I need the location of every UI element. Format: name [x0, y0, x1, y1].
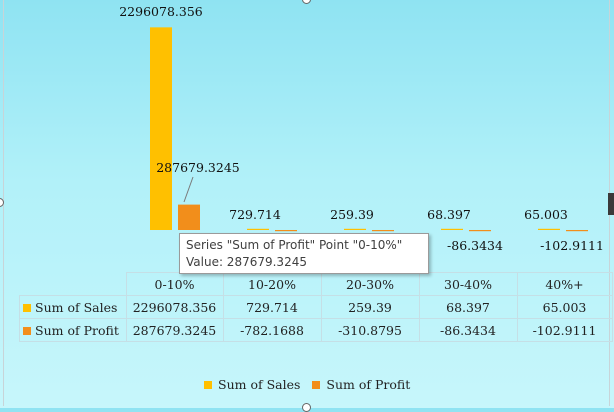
data-label-sales-4: 65.003	[524, 207, 568, 222]
sales-legend-key	[23, 303, 31, 312]
bar-profit-0[interactable]	[178, 204, 200, 230]
tooltip-series-line: Series "Sum of Profit" Point "0-10%"	[186, 238, 403, 252]
row-label: Sum of Sales	[35, 299, 118, 315]
data-label-profit-3: -86.3434	[447, 238, 503, 253]
data-table-cell: 2296078.356	[125, 295, 224, 319]
data-table: 0-10% 10-20% 20-30% 30-40% 40%+ Sum of S…	[19, 272, 613, 342]
data-table-cell: 729.714	[222, 295, 322, 319]
legend-item-profit[interactable]: Sum of Profit	[312, 377, 410, 392]
data-table-cell: 259.39	[320, 295, 420, 319]
bar-profit-1[interactable]	[275, 230, 297, 232]
data-table-row-sales: Sum of Sales 2296078.356 729.714 259.39 …	[19, 295, 613, 319]
bar-sales-0[interactable]	[150, 27, 172, 230]
tooltip-value-line: Value: 287679.3245	[186, 255, 307, 269]
data-table-cell: 68.397	[418, 295, 518, 319]
data-table-row-profit: Sum of Profit 287679.3245 -782.1688 -310…	[19, 318, 613, 342]
data-table-cell: -86.3434	[418, 318, 518, 342]
bar-sales-3[interactable]	[441, 228, 463, 230]
legend-label-profit: Sum of Profit	[326, 377, 411, 392]
data-table-header-cell: 20-30%	[320, 272, 420, 296]
data-table-cell: 65.003	[516, 295, 613, 319]
chart-legend[interactable]: Sum of Sales Sum of Profit	[204, 377, 422, 392]
data-table-header-cell: 40%+	[516, 272, 613, 296]
bar-profit-2[interactable]	[372, 230, 394, 232]
bar-sales-2[interactable]	[344, 228, 366, 230]
data-table-header-cell: 0-10%	[125, 272, 224, 296]
legend-swatch-sales	[204, 380, 212, 389]
chart-area[interactable]: 2296078.356 729.714 259.39 68.397 65.003 2876…	[0, 0, 614, 412]
data-table-header-cell: 30-40%	[418, 272, 518, 296]
profit-legend-key	[23, 326, 31, 335]
data-label-sales-1: 729.714	[229, 207, 281, 222]
data-table-header-row: 0-10% 10-20% 20-30% 30-40% 40%+	[19, 272, 613, 296]
data-label-sales-2: 259.39	[330, 207, 374, 222]
data-table-cell: 287679.3245	[125, 318, 224, 342]
bar-sales-4[interactable]	[538, 228, 560, 230]
legend-item-sales[interactable]: Sum of Sales	[204, 377, 300, 392]
row-label: Sum of Profit	[35, 322, 119, 338]
resize-handle-right[interactable]	[608, 193, 614, 215]
bar-profit-3[interactable]	[469, 230, 491, 232]
data-table-cell: -782.1688	[222, 318, 322, 342]
bar-sales-1[interactable]	[247, 228, 269, 230]
leader-line	[183, 176, 194, 203]
data-label-profit-0: 287679.3245	[156, 160, 240, 175]
data-table-header-cell: 10-20%	[222, 272, 322, 296]
legend-label-sales: Sum of Sales	[218, 377, 301, 392]
data-table-cell: -310.8795	[320, 318, 420, 342]
data-table-row-header: Sum of Profit	[19, 318, 127, 342]
chart-tooltip: Series "Sum of Profit" Point "0-10%" Val…	[179, 233, 429, 274]
legend-swatch-profit	[312, 380, 321, 389]
data-table-cell: -102.9111	[516, 318, 613, 342]
data-label-sales-3: 68.397	[427, 207, 471, 222]
data-table-corner	[19, 272, 127, 296]
data-table-row-header: Sum of Sales	[19, 295, 127, 319]
plot-area: 2296078.356 729.714 259.39 68.397 65.003 2876…	[119, 4, 604, 253]
data-label-sales-0: 2296078.356	[119, 4, 203, 19]
data-label-profit-4: -102.9111	[540, 238, 604, 253]
bar-profit-4[interactable]	[566, 230, 588, 232]
